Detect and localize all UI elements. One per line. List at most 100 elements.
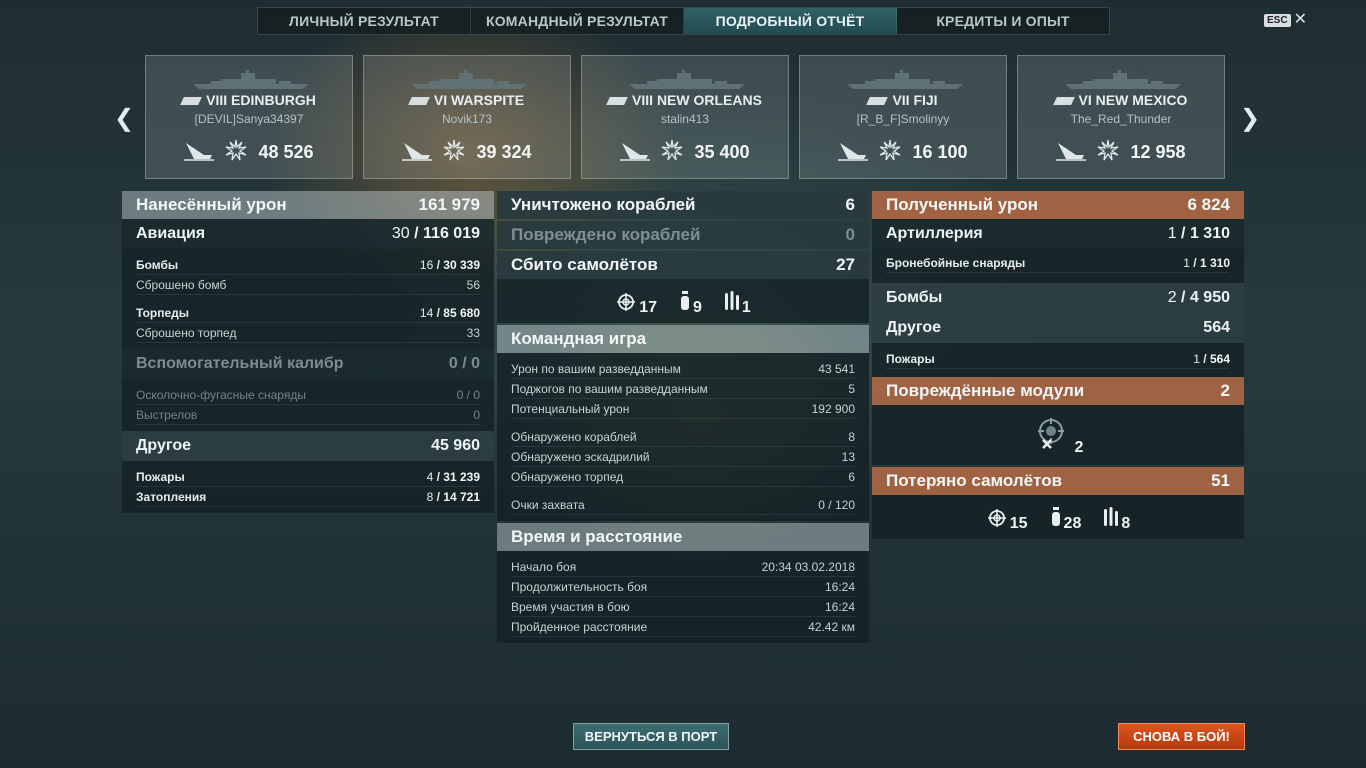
damage-received-header: Полученный урон 6 824 bbox=[872, 191, 1244, 219]
fighter-icon bbox=[615, 292, 637, 317]
artillery-details: Бронебойные снаряды 1 / 1 310 bbox=[872, 249, 1244, 283]
damage-burst-icon bbox=[224, 138, 248, 167]
torpedoes-row: Торпеды 14 / 85 680 bbox=[136, 303, 480, 323]
plane-count: 9 bbox=[692, 299, 702, 316]
damage-received-panel: Полученный урон 6 824 Артиллерия 1 / 1 31… bbox=[872, 191, 1244, 539]
ship-card[interactable]: VI WARSPITE Novik173 39 324 bbox=[363, 55, 571, 179]
player-name: Novik173 bbox=[441, 112, 493, 126]
fighter-icon bbox=[986, 508, 1008, 533]
plane-count: 8 bbox=[1121, 515, 1131, 532]
ship-name: VIII EDINBURGH bbox=[146, 92, 352, 108]
ship-class-icon bbox=[866, 97, 889, 106]
player-name: [R_B_F]Smolinyy bbox=[856, 112, 950, 126]
bombs-dropped-row: Сброшено бомб 56 bbox=[136, 275, 480, 295]
sinking-ship-icon bbox=[184, 139, 215, 166]
plane-count: 17 bbox=[639, 299, 657, 316]
return-to-port-button[interactable]: ВЕРНУТЬСЯ В ПОРТ bbox=[573, 723, 729, 750]
damage-burst-icon bbox=[1096, 138, 1120, 167]
tab-team-result[interactable]: КОМАНДНЫЙ РЕЗУЛЬТАТ bbox=[471, 8, 684, 34]
battle-again-button[interactable]: СНОВА В БОЙ! bbox=[1118, 723, 1245, 750]
team-play-header: Командная игра bbox=[497, 325, 869, 353]
time-distance-header: Время и расстояние bbox=[497, 523, 869, 551]
bomber-icon bbox=[1050, 506, 1062, 533]
secondary-details: Осколочно-фугасные снаряды 0 / 0 Выстрело… bbox=[122, 379, 494, 431]
player-name: stalin413 bbox=[660, 112, 710, 126]
planes-shot-row: Сбито самолётов 27 bbox=[497, 251, 869, 279]
plane-count: 15 bbox=[1009, 515, 1028, 532]
ship-card[interactable]: VIII NEW ORLEANS stalin413 35 400 bbox=[581, 55, 789, 179]
tab-detailed-report[interactable]: ПОДРОБНЫЙ ОТЧЁТ bbox=[684, 8, 897, 34]
ship-silhouette-icon bbox=[193, 70, 309, 89]
stat-row: Урон по вашим разведданным 43 541 bbox=[511, 359, 855, 379]
ship-name: VI WARSPITE bbox=[364, 92, 570, 108]
torpedo-bomber-icon bbox=[1103, 506, 1119, 533]
stat-row: Поджогов по вашим разведданным 5 bbox=[511, 379, 855, 399]
player-name: [DEVIL]Sanya34397 bbox=[194, 112, 304, 126]
received-other-row: Другое 564 bbox=[872, 313, 1244, 343]
ship-class-icon bbox=[1052, 97, 1075, 106]
stat-row: Начало боя 20:34 03.02.2018 bbox=[511, 557, 855, 577]
damage-dealt-panel: Нанесённый урон 161 979 Авиация 30 / 116 … bbox=[122, 191, 494, 513]
destroyed-ships-row: Уничтожено кораблей 6 bbox=[497, 191, 869, 219]
stat-row: Обнаружено эскадрилий 13 bbox=[511, 447, 855, 467]
shots-row: Выстрелов 0 bbox=[136, 405, 480, 425]
tab-credits-xp[interactable]: КРЕДИТЫ И ОПЫТ bbox=[897, 8, 1109, 34]
engine-module-icon bbox=[1033, 416, 1073, 457]
team-play-details: Урон по вашим разведданным 43 541 Поджогов… bbox=[497, 353, 869, 521]
torpedoes-dropped-row: Сброшено торпед 33 bbox=[136, 323, 480, 343]
tab-personal-result[interactable]: ЛИЧНЫЙ РЕЗУЛЬТАТ bbox=[258, 8, 471, 34]
damage-value: 16 100 bbox=[912, 142, 968, 162]
stat-row: Продолжительность боя 16:24 bbox=[511, 577, 855, 597]
ship-name: VII FIJI bbox=[800, 92, 1006, 108]
ship-card[interactable]: VII FIJI [R_B_F]Smolinyy 16 100 bbox=[799, 55, 1007, 179]
damage-value: 12 958 bbox=[1130, 142, 1186, 162]
ship-name: VI NEW MEXICO bbox=[1018, 92, 1224, 108]
he-shells-row: Осколочно-фугасные снаряды 0 / 0 bbox=[136, 385, 480, 405]
close-icon: ✕ bbox=[1293, 11, 1307, 28]
stat-row: Время участия в бою 16:24 bbox=[511, 597, 855, 617]
sinking-ship-icon bbox=[1056, 139, 1087, 166]
bomber-icon bbox=[679, 290, 691, 317]
damaged-modules-header: Повреждённые модули 2 bbox=[872, 377, 1244, 405]
received-fires-row: Пожары 1 / 564 bbox=[886, 349, 1230, 369]
aviation-details: Бомбы 16 / 30 339 Сброшено бомб 56 Торпеды… bbox=[122, 249, 494, 349]
ap-shells-row: Бронебойные снаряды 1 / 1 310 bbox=[886, 253, 1230, 273]
ship-card[interactable]: VI NEW MEXICO The_Red_Thunder 12 958 bbox=[1017, 55, 1225, 179]
ship-class-icon bbox=[606, 97, 628, 106]
stat-row: Пройденное расстояние 42.42 км bbox=[511, 617, 855, 637]
ship-silhouette-icon bbox=[1065, 70, 1181, 89]
aviation-row: Авиация 30 / 116 019 bbox=[122, 219, 494, 249]
stat-row: Очки захвата 0 / 120 bbox=[511, 495, 855, 515]
ship-silhouette-icon bbox=[847, 70, 963, 89]
secondary-battery-row: Вспомогательный калибр 0 / 0 bbox=[122, 349, 494, 379]
next-arrow-icon[interactable]: ❯ bbox=[1240, 104, 1260, 133]
damaged-ships-row: Повреждено кораблей 0 bbox=[497, 221, 869, 249]
damage-value: 35 400 bbox=[694, 142, 750, 162]
sinking-ship-icon bbox=[620, 139, 651, 166]
bombs-row: Бомбы 16 / 30 339 bbox=[136, 255, 480, 275]
sinking-ship-icon bbox=[402, 139, 433, 166]
esc-key-label: ESC bbox=[1264, 13, 1291, 27]
received-other-details: Пожары 1 / 564 bbox=[872, 343, 1244, 377]
ship-card[interactable]: VIII EDINBURGH [DEVIL]Sanya34397 48 526 bbox=[145, 55, 353, 179]
other-damage-row: Другое 45 960 bbox=[122, 431, 494, 461]
tab-bar: ЛИЧНЫЙ РЕЗУЛЬТАТ КОМАНДНЫЙ РЕЗУЛЬТАТ ПОД… bbox=[257, 7, 1110, 35]
sinking-ship-icon bbox=[838, 139, 869, 166]
ship-silhouette-icon bbox=[629, 70, 745, 89]
torpedo-bomber-icon bbox=[724, 290, 740, 317]
close-button[interactable]: ESC ✕ bbox=[1264, 11, 1307, 28]
ship-class-icon bbox=[180, 97, 203, 106]
damage-burst-icon bbox=[878, 138, 902, 167]
floods-row: Затопления 8 / 14 721 bbox=[136, 487, 480, 507]
ship-class-icon bbox=[408, 97, 430, 106]
stat-row: Обнаружено торпед 6 bbox=[511, 467, 855, 487]
damage-burst-icon bbox=[660, 138, 684, 167]
planes-shot-breakdown: 17 9 1 bbox=[497, 279, 869, 323]
received-bombs-row: Бомбы 2 / 4 950 bbox=[872, 283, 1244, 313]
plane-count: 1 bbox=[741, 299, 751, 316]
damage-burst-icon bbox=[442, 138, 466, 167]
stat-row: Потенциальный урон 192 900 bbox=[511, 399, 855, 419]
ship-silhouette-icon bbox=[411, 70, 527, 89]
prev-arrow-icon[interactable]: ❮ bbox=[114, 104, 134, 133]
damage-value: 48 526 bbox=[258, 142, 314, 162]
